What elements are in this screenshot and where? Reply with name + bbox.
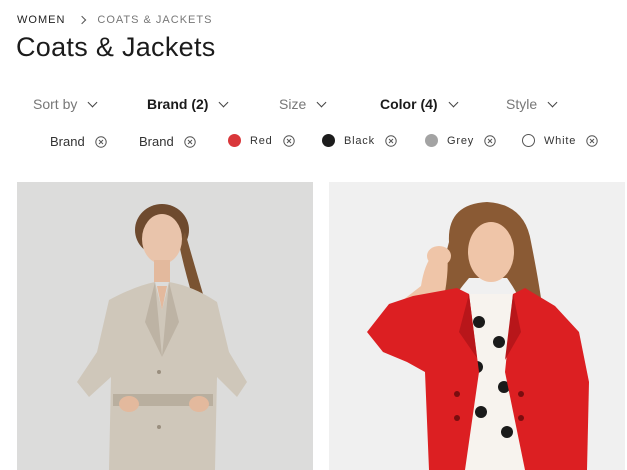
breadcrumb-current: COATS & JACKETS	[97, 14, 213, 26]
circle-x-icon[interactable]	[586, 134, 598, 147]
chevron-down-icon	[448, 97, 459, 107]
filter-label: Sort by	[33, 96, 78, 112]
chip-label: Brand	[50, 134, 85, 149]
chip-label: Brand	[139, 134, 174, 149]
product-card-beige-blazer[interactable]	[17, 182, 313, 470]
chip-black[interactable]: Black	[322, 134, 397, 147]
chevron-down-icon	[219, 97, 229, 107]
chip-brand-1[interactable]: Brand	[50, 134, 107, 149]
color-swatch-red	[228, 134, 241, 147]
product-image	[17, 182, 313, 470]
filter-style[interactable]: Style	[506, 96, 558, 112]
chip-red[interactable]: Red	[228, 134, 295, 147]
filter-brand[interactable]: Brand (2)	[147, 96, 229, 112]
circle-x-icon[interactable]	[484, 134, 496, 147]
filter-sort-by[interactable]: Sort by	[33, 96, 98, 112]
chevron-down-icon	[547, 97, 558, 107]
color-swatch-grey	[425, 134, 438, 147]
breadcrumb-women[interactable]: WOMEN	[17, 14, 65, 26]
filter-label: Brand (2)	[147, 96, 209, 112]
active-filter-chips: Brand Brand Red Black Grey White	[0, 134, 627, 154]
product-card-red-blazer[interactable]	[329, 182, 625, 470]
chip-label: White	[544, 134, 577, 147]
filter-label: Color (4)	[380, 96, 438, 112]
breadcrumb: WOMEN COATS & JACKETS	[17, 14, 212, 26]
filter-label: Size	[279, 96, 307, 112]
filter-label: Style	[506, 96, 538, 112]
filter-size[interactable]: Size	[279, 96, 327, 112]
page-title: Coats & Jackets	[16, 32, 216, 62]
circle-x-icon[interactable]	[385, 134, 397, 147]
chip-label: Red	[250, 134, 273, 147]
chip-label: Black	[344, 134, 375, 147]
chip-brand-2[interactable]: Brand	[139, 134, 196, 149]
color-swatch-black	[322, 134, 335, 147]
circle-x-icon[interactable]	[184, 135, 196, 148]
chevron-right-icon	[78, 15, 87, 25]
circle-x-icon[interactable]	[95, 135, 107, 148]
chevron-down-icon	[316, 97, 327, 107]
chip-label: Grey	[447, 134, 475, 147]
circle-x-icon[interactable]	[282, 134, 295, 147]
filter-bar: Sort by Brand (2) Size Color (4) Style	[0, 96, 627, 116]
product-image	[329, 182, 625, 470]
color-swatch-white	[522, 134, 535, 147]
filter-color[interactable]: Color (4)	[380, 96, 459, 112]
chip-grey[interactable]: Grey	[425, 134, 496, 147]
chip-white[interactable]: White	[522, 134, 598, 147]
chevron-down-icon	[87, 97, 98, 107]
